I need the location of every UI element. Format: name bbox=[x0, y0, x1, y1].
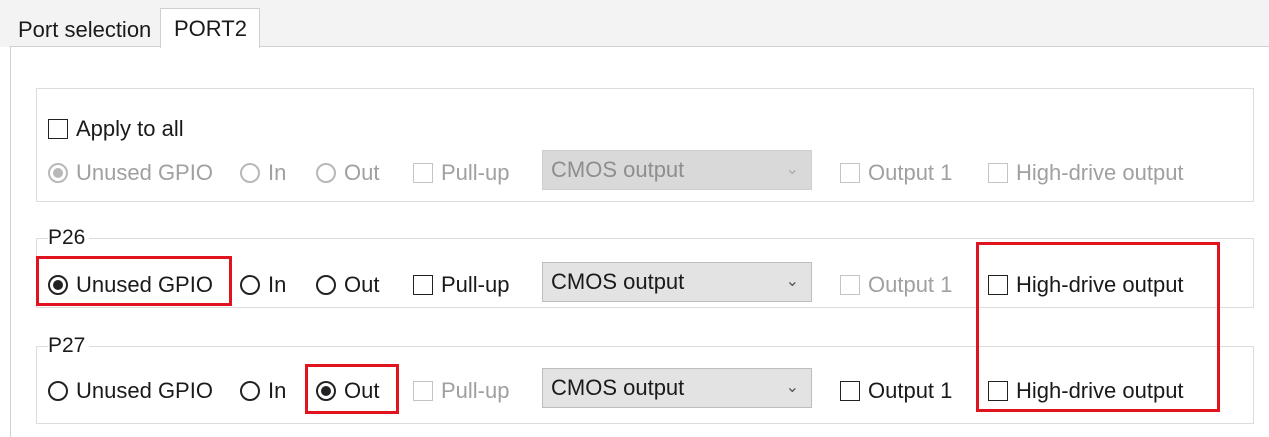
checkbox-label: Output 1 bbox=[868, 378, 953, 403]
p26-high-drive-checkbox[interactable]: High-drive output bbox=[988, 272, 1184, 298]
p26-group-label: P26 bbox=[48, 226, 90, 250]
apply-all-output-type-select[interactable]: CMOS output ⌄ bbox=[542, 150, 812, 190]
apply-all-out-radio[interactable]: Out bbox=[316, 160, 379, 186]
p26-out-radio[interactable]: Out bbox=[316, 272, 379, 298]
checkbox-label: Pull-up bbox=[441, 378, 510, 403]
apply-all-pullup-checkbox[interactable]: Pull-up bbox=[413, 160, 509, 186]
radio-circle bbox=[316, 381, 336, 401]
checkbox-box bbox=[988, 381, 1008, 401]
p27-high-drive-checkbox[interactable]: High-drive output bbox=[988, 378, 1184, 404]
apply-all-high-drive-checkbox[interactable]: High-drive output bbox=[988, 160, 1184, 186]
radio-label: Out bbox=[344, 160, 380, 185]
apply-all-checkbox[interactable]: Apply to all bbox=[48, 116, 184, 142]
radio-circle bbox=[240, 163, 260, 183]
tab-port-selection[interactable]: Port selection bbox=[12, 13, 162, 47]
checkbox-box bbox=[413, 163, 433, 183]
radio-label: In bbox=[268, 272, 287, 297]
chevron-down-icon: ⌄ bbox=[785, 379, 799, 396]
checkbox-label: Output 1 bbox=[868, 272, 953, 297]
radio-circle bbox=[48, 275, 68, 295]
radio-circle bbox=[316, 275, 336, 295]
radio-label: Out bbox=[344, 272, 380, 297]
p27-pullup-checkbox[interactable]: Pull-up bbox=[413, 378, 509, 404]
p27-output1-checkbox[interactable]: Output 1 bbox=[840, 378, 952, 404]
radio-circle bbox=[240, 381, 260, 401]
checkbox-box bbox=[48, 119, 68, 139]
radio-circle bbox=[48, 381, 68, 401]
checkbox-box bbox=[840, 381, 860, 401]
apply-all-output1-checkbox[interactable]: Output 1 bbox=[840, 160, 952, 186]
radio-label: Out bbox=[344, 378, 380, 403]
radio-circle bbox=[316, 163, 336, 183]
radio-label: Unused GPIO bbox=[76, 160, 213, 185]
checkbox-label: High-drive output bbox=[1016, 160, 1184, 185]
p27-unused-radio[interactable]: Unused GPIO bbox=[48, 378, 213, 404]
select-value: CMOS output bbox=[551, 157, 685, 182]
checkbox-box bbox=[988, 163, 1008, 183]
apply-all-in-radio[interactable]: In bbox=[240, 160, 286, 186]
checkbox-box bbox=[840, 163, 860, 183]
checkbox-box bbox=[840, 275, 860, 295]
checkbox-box bbox=[988, 275, 1008, 295]
tab-strip: Port selection PORT2 bbox=[0, 0, 1269, 48]
p27-group-label: P27 bbox=[48, 334, 90, 358]
p26-output-type-select[interactable]: CMOS output ⌄ bbox=[542, 262, 812, 302]
p27-in-radio[interactable]: In bbox=[240, 378, 286, 404]
p26-output1-checkbox[interactable]: Output 1 bbox=[840, 272, 952, 298]
radio-circle bbox=[240, 275, 260, 295]
checkbox-label: High-drive output bbox=[1016, 272, 1184, 297]
p26-pullup-checkbox[interactable]: Pull-up bbox=[413, 272, 509, 298]
apply-all-label: Apply to all bbox=[76, 116, 184, 141]
apply-all-unused-radio[interactable]: Unused GPIO bbox=[48, 160, 213, 186]
p27-out-radio[interactable]: Out bbox=[316, 378, 379, 404]
checkbox-label: Pull-up bbox=[441, 160, 510, 185]
checkbox-label: High-drive output bbox=[1016, 378, 1184, 403]
tab-port2[interactable]: PORT2 bbox=[160, 8, 260, 48]
radio-circle bbox=[48, 163, 68, 183]
checkbox-box bbox=[413, 381, 433, 401]
select-value: CMOS output bbox=[551, 375, 685, 400]
radio-label: In bbox=[268, 160, 287, 185]
checkbox-label: Output 1 bbox=[868, 160, 953, 185]
checkbox-label: Pull-up bbox=[441, 272, 510, 297]
p26-unused-radio[interactable]: Unused GPIO bbox=[48, 272, 213, 298]
chevron-down-icon: ⌄ bbox=[785, 273, 799, 290]
radio-label: Unused GPIO bbox=[76, 272, 213, 297]
radio-label: In bbox=[268, 378, 287, 403]
radio-label: Unused GPIO bbox=[76, 378, 213, 403]
chevron-down-icon: ⌄ bbox=[785, 161, 799, 178]
p26-in-radio[interactable]: In bbox=[240, 272, 286, 298]
p27-output-type-select[interactable]: CMOS output ⌄ bbox=[542, 368, 812, 408]
checkbox-box bbox=[413, 275, 433, 295]
select-value: CMOS output bbox=[551, 269, 685, 294]
